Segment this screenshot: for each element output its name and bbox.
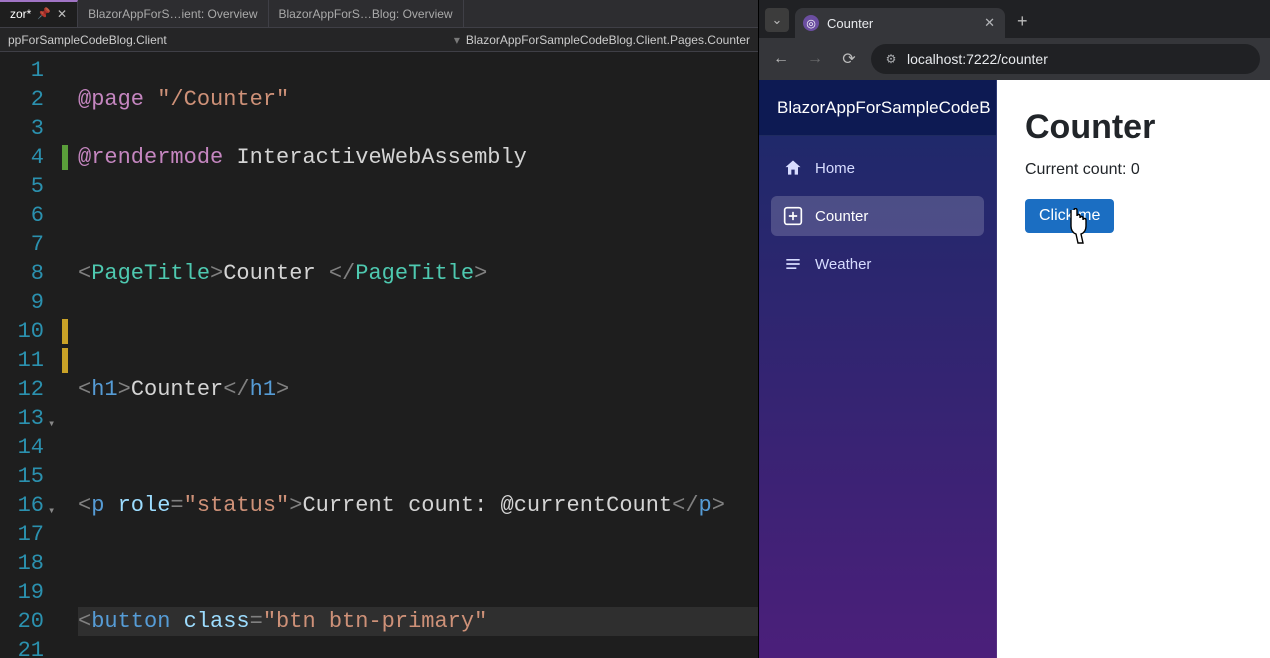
tab-label: BlazorAppForS…Blog: Overview	[279, 7, 453, 21]
back-button[interactable]: ←	[769, 47, 793, 71]
tab-search-icon[interactable]: ⌄	[765, 8, 789, 32]
breadcrumb-dropdown-icon[interactable]: ▾	[448, 33, 466, 47]
sidebar-item-label: Counter	[815, 208, 868, 225]
favicon-icon: ◎	[803, 15, 819, 31]
fold-icon[interactable]: ▾	[48, 410, 55, 439]
browser-tab-title: Counter	[827, 16, 873, 31]
site-info-icon[interactable]: ⚙	[883, 52, 899, 66]
pin-icon[interactable]: 📌	[37, 7, 51, 20]
list-icon	[783, 254, 803, 274]
change-markers: ▾ ▾	[60, 52, 78, 658]
plus-icon	[783, 206, 803, 226]
browser-toolbar: ← → ⟳ ⚙ localhost:7222/counter	[759, 38, 1270, 80]
fold-icon[interactable]: ▾	[48, 497, 55, 526]
sidebar-item-label: Weather	[815, 256, 871, 273]
breadcrumb[interactable]: ppForSampleCodeBlog.Client ▾ BlazorAppFo…	[0, 28, 758, 52]
code-editor-pane: zor* 📌 ✕ BlazorAppForS…ient: Overview Bl…	[0, 0, 758, 658]
tab-label: BlazorAppForS…ient: Overview	[88, 7, 257, 21]
sidebar-item-weather[interactable]: Weather	[771, 244, 984, 284]
browser-tabstrip: ⌄ ◎ Counter ✕ +	[759, 0, 1270, 38]
sidebar-item-counter[interactable]: Counter	[771, 196, 984, 236]
sidebar-item-home[interactable]: Home	[771, 148, 984, 188]
app-brand: BlazorAppForSampleCodeB	[759, 80, 996, 136]
url-text: localhost:7222/counter	[907, 51, 1048, 67]
nav-list: Home Counter Weather	[759, 136, 996, 296]
close-icon[interactable]: ✕	[57, 7, 67, 21]
app-sidebar: BlazorAppForSampleCodeB Home Counter	[759, 80, 997, 658]
page-heading: Counter	[1025, 108, 1242, 147]
breadcrumb-right: BlazorAppForSampleCodeBlog.Client.Pages.…	[466, 33, 750, 47]
sidebar-item-label: Home	[815, 160, 855, 177]
browser-pane: ⌄ ◎ Counter ✕ + ← → ⟳ ⚙ localhost:7222/c…	[758, 0, 1270, 658]
code-body[interactable]: @page "/Counter" @rendermode Interactive…	[78, 52, 758, 658]
status-label: Current count:	[1025, 161, 1131, 178]
browser-tab[interactable]: ◎ Counter ✕	[795, 8, 1005, 38]
editor-tab[interactable]: BlazorAppForS…Blog: Overview	[269, 0, 464, 27]
line-gutter: 123456789101112131415161718192021	[0, 52, 60, 658]
status-value: 0	[1131, 161, 1140, 178]
app-main: Counter Current count: 0 Click me	[997, 80, 1270, 658]
pointer-cursor-icon	[1061, 208, 1093, 246]
new-tab-button[interactable]: +	[1011, 11, 1034, 38]
reload-button[interactable]: ⟳	[837, 47, 861, 71]
browser-viewport: BlazorAppForSampleCodeB Home Counter	[759, 80, 1270, 658]
breadcrumb-left: ppForSampleCodeBlog.Client	[8, 33, 448, 47]
forward-button[interactable]: →	[803, 47, 827, 71]
editor-tab[interactable]: BlazorAppForS…ient: Overview	[78, 0, 268, 27]
code-area[interactable]: 123456789101112131415161718192021 ▾ ▾ @p…	[0, 52, 758, 658]
close-icon[interactable]: ✕	[984, 15, 995, 31]
status-line: Current count: 0	[1025, 161, 1242, 179]
url-bar[interactable]: ⚙ localhost:7222/counter	[871, 44, 1260, 74]
editor-tabstrip: zor* 📌 ✕ BlazorAppForS…ient: Overview Bl…	[0, 0, 758, 28]
editor-tab-active[interactable]: zor* 📌 ✕	[0, 0, 78, 27]
home-icon	[783, 158, 803, 178]
tab-label: zor*	[10, 7, 31, 21]
